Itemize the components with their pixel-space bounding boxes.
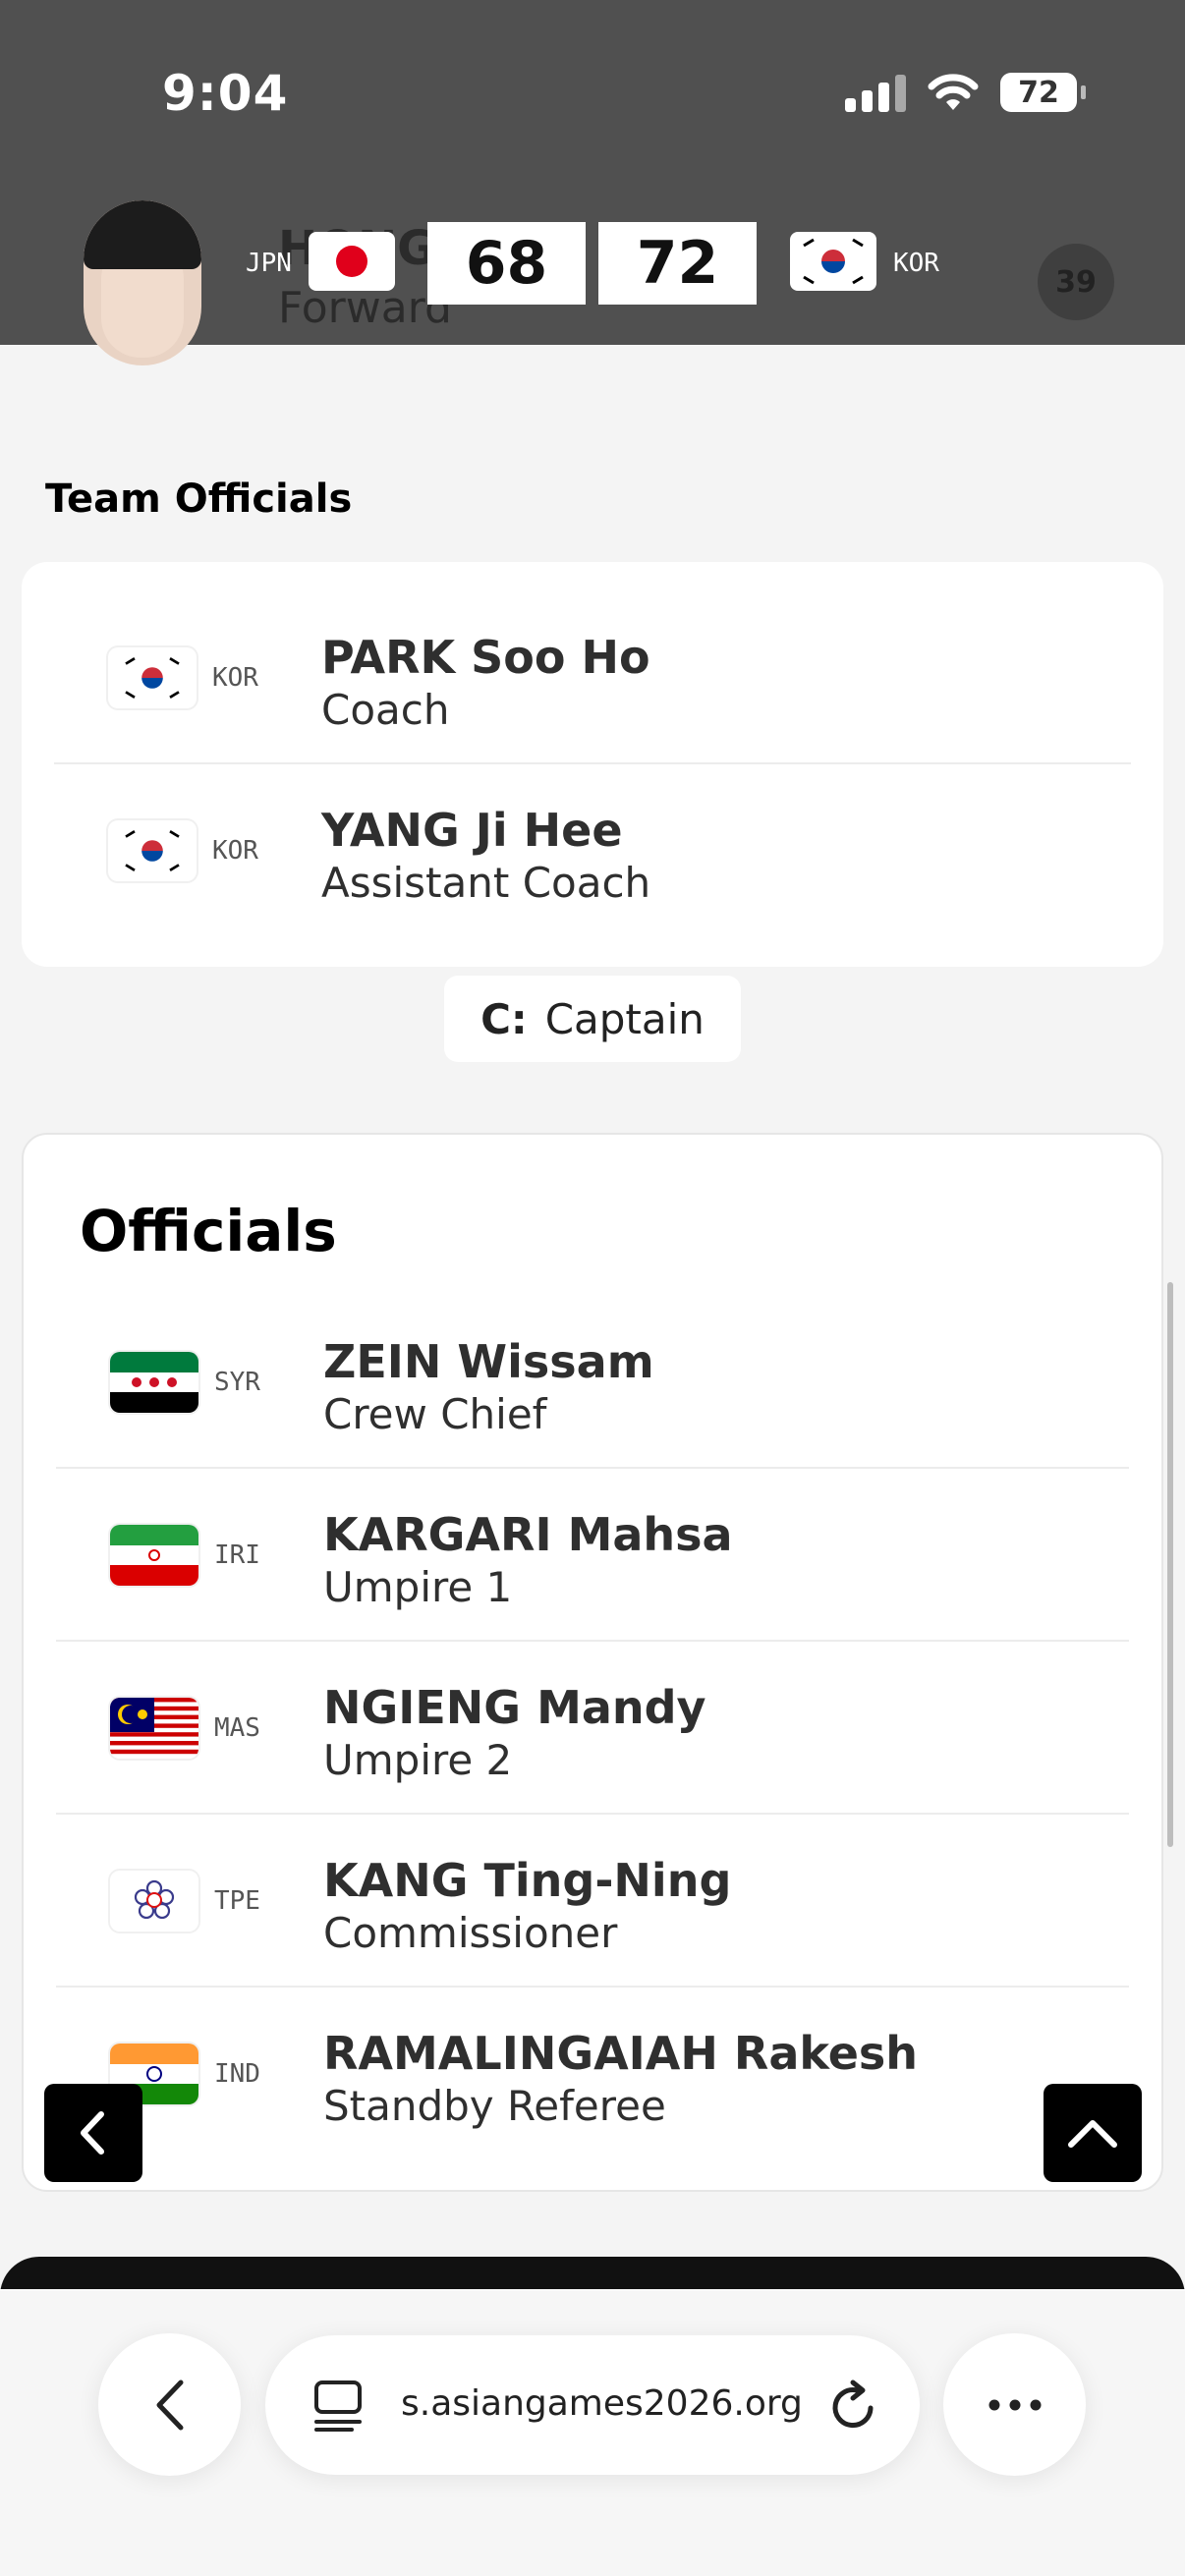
scrollbar[interactable] bbox=[1167, 1282, 1173, 1847]
scroll-top-icon bbox=[1068, 2120, 1117, 2148]
official-role: Coach bbox=[321, 686, 450, 734]
status-indicators: 72 bbox=[845, 73, 1086, 112]
cellular-signal-icon bbox=[845, 73, 906, 112]
iran-flag-icon bbox=[110, 1525, 198, 1586]
malaysia-flag-icon bbox=[110, 1698, 198, 1759]
captain-legend: C: Captain bbox=[444, 976, 741, 1062]
battery-icon: 72 bbox=[1000, 73, 1086, 112]
official-row[interactable]: SYR ZEIN Wissam Crew Chief bbox=[24, 1296, 1161, 1469]
country-code: KOR bbox=[212, 836, 258, 866]
official-role: Crew Chief bbox=[323, 1390, 547, 1438]
official-name: RAMALINGAIAH Rakesh bbox=[323, 2027, 919, 2080]
country-code: IRI bbox=[214, 1540, 260, 1570]
back-button[interactable] bbox=[44, 2084, 142, 2182]
officials-title: Officials bbox=[80, 1198, 337, 1264]
official-name: KANG Ting-Ning bbox=[323, 1854, 732, 1907]
official-row[interactable]: IND RAMALINGAIAH Rakesh Standby Referee bbox=[24, 1988, 1161, 2160]
browser-back-button[interactable] bbox=[98, 2333, 241, 2476]
chinese-taipei-flag-icon bbox=[110, 1871, 198, 1932]
address-bar[interactable]: s.asiangames2026.org bbox=[265, 2335, 920, 2475]
away-score: 72 bbox=[598, 222, 757, 305]
back-arrow-icon bbox=[81, 2111, 104, 2155]
official-row[interactable]: TPE KANG Ting-Ning Commissioner bbox=[24, 1815, 1161, 1988]
player-avatar bbox=[84, 200, 201, 365]
page: 9:04 72 HONG Forward JPN 68 72 KOR bbox=[0, 0, 1185, 2576]
official-role: Standby Referee bbox=[323, 2082, 666, 2130]
more-icon bbox=[988, 2399, 1041, 2410]
away-team-code: KOR bbox=[893, 249, 939, 278]
korea-flag-icon bbox=[108, 647, 197, 708]
official-name: PARK Soo Ho bbox=[321, 631, 650, 684]
home-team-code: JPN bbox=[246, 249, 292, 278]
officials-card: Officials SYR ZEIN Wissam Crew Chief IRI… bbox=[22, 1133, 1163, 2192]
foul-count-badge[interactable]: 39 bbox=[1038, 244, 1114, 320]
official-name: ZEIN Wissam bbox=[323, 1335, 654, 1388]
syria-flag-icon bbox=[110, 1352, 198, 1413]
official-row[interactable]: IRI KARGARI Mahsa Umpire 1 bbox=[24, 1469, 1161, 1642]
korea-flag-icon bbox=[108, 820, 197, 881]
status-time: 9:04 bbox=[162, 65, 289, 122]
country-code: SYR bbox=[214, 1368, 260, 1397]
official-role: Umpire 1 bbox=[323, 1563, 513, 1611]
official-name: YANG Ji Hee bbox=[321, 804, 623, 857]
country-code: MAS bbox=[214, 1713, 260, 1743]
team-officials-card: KOR PARK Soo Ho Coach KOR YANG Ji Hee As… bbox=[22, 562, 1163, 967]
team-official-row[interactable]: KOR YANG Ji Hee Assistant Coach bbox=[22, 764, 1163, 937]
scroll-top-button[interactable] bbox=[1044, 2084, 1142, 2182]
legend-value: Captain bbox=[544, 994, 705, 1043]
more-button[interactable] bbox=[943, 2333, 1086, 2476]
reload-icon[interactable] bbox=[827, 2379, 880, 2434]
country-code: IND bbox=[214, 2059, 260, 2089]
official-name: KARGARI Mahsa bbox=[323, 1508, 733, 1561]
country-code: TPE bbox=[214, 1886, 260, 1916]
chevron-left-icon bbox=[156, 2380, 183, 2430]
official-role: Umpire 2 bbox=[323, 1736, 513, 1784]
score-header: 9:04 72 HONG Forward JPN 68 72 KOR bbox=[0, 0, 1185, 365]
official-role: Commissioner bbox=[323, 1909, 618, 1957]
wifi-icon bbox=[928, 74, 979, 110]
tabs-icon bbox=[314, 2380, 362, 2432]
official-name: NGIENG Mandy bbox=[323, 1681, 706, 1734]
url-text: s.asiangames2026.org bbox=[401, 2383, 803, 2424]
legend-key: C: bbox=[480, 994, 528, 1043]
team-official-row[interactable]: KOR PARK Soo Ho Coach bbox=[22, 591, 1163, 764]
japan-flag-icon bbox=[309, 232, 395, 291]
team-officials-title: Team Officials bbox=[45, 476, 353, 522]
country-code: KOR bbox=[212, 663, 258, 693]
official-row[interactable]: MAS NGIENG Mandy Umpire 2 bbox=[24, 1642, 1161, 1815]
official-role: Assistant Coach bbox=[321, 859, 651, 907]
home-score: 68 bbox=[427, 222, 586, 305]
korea-flag-icon bbox=[790, 232, 876, 291]
